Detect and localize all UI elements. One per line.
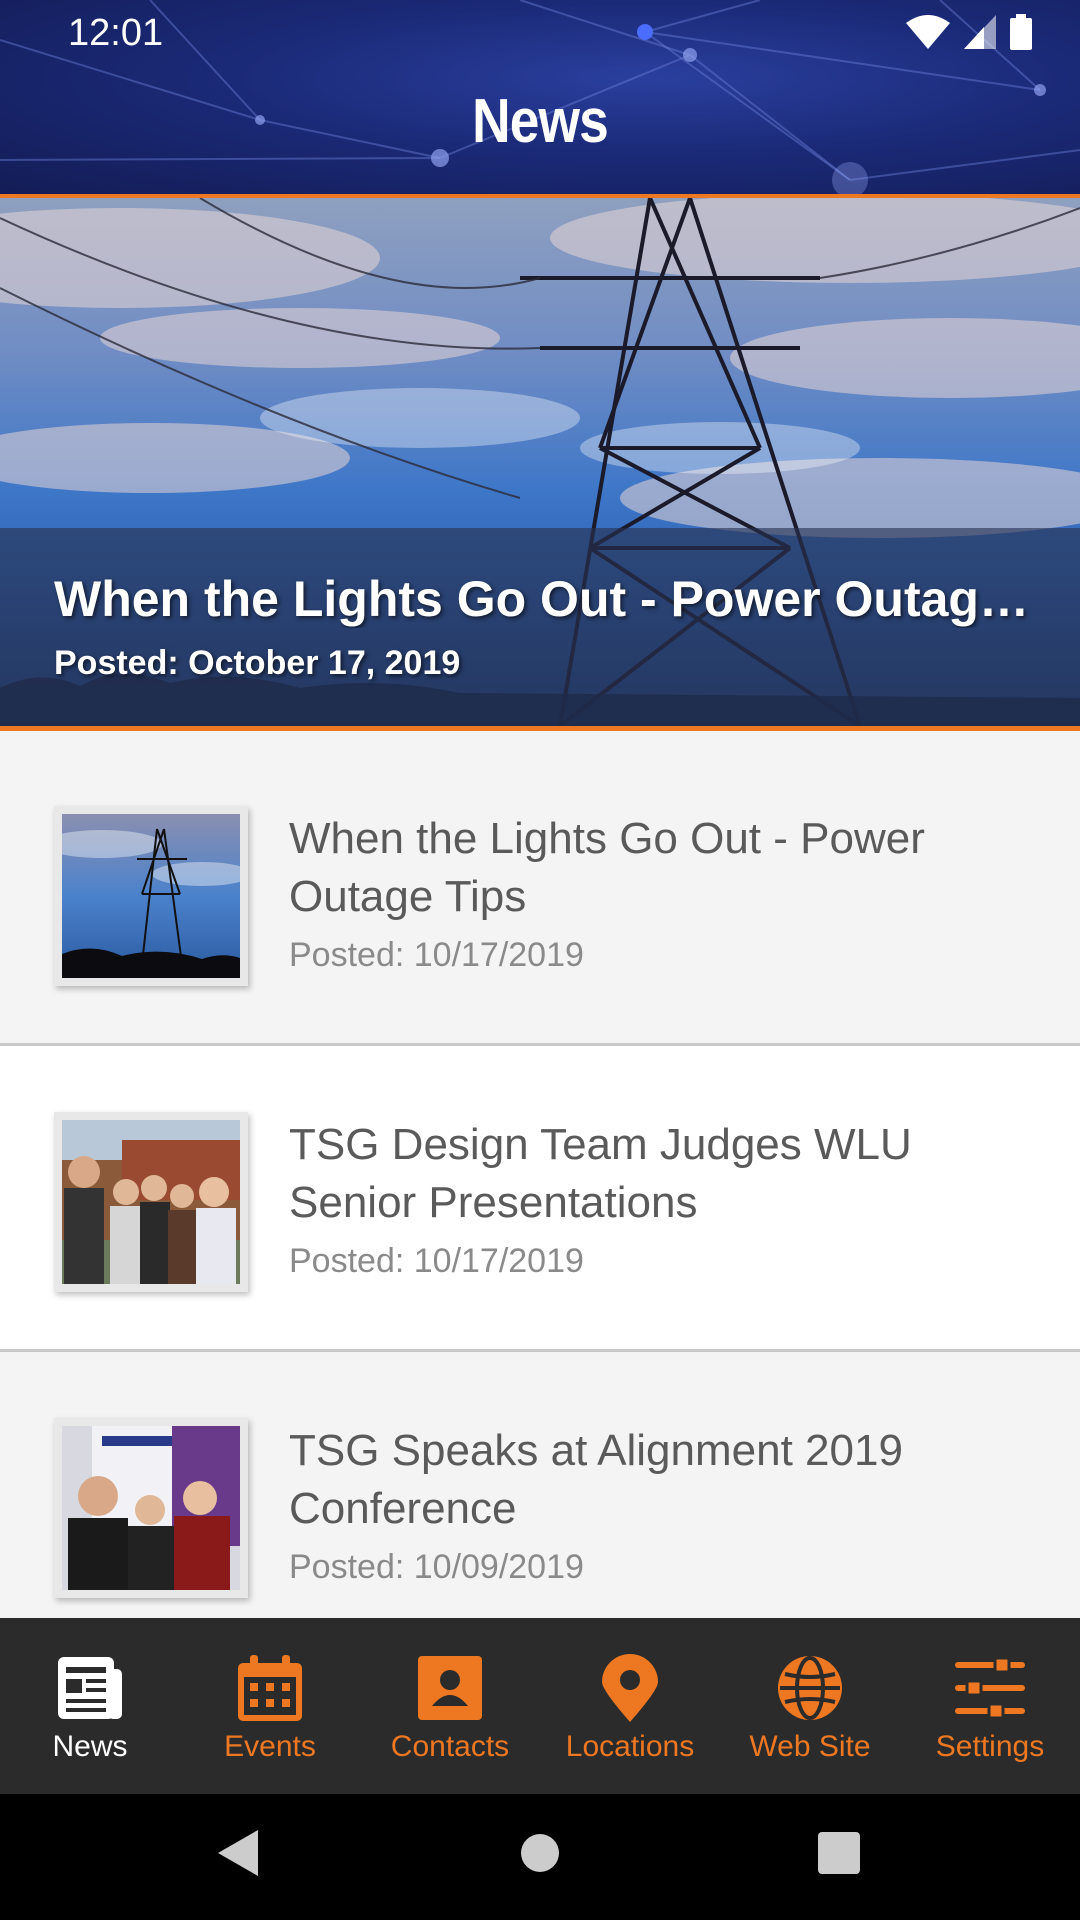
tab-news[interactable]: News (0, 1618, 180, 1794)
team-photo-thumbnail-image (62, 1120, 240, 1284)
contact-card-icon (414, 1654, 486, 1722)
news-list: When the Lights Go Out - Power Outage Ti… (0, 740, 1080, 1658)
tab-events[interactable]: Events (180, 1618, 360, 1794)
map-pin-icon (594, 1654, 666, 1722)
bottom-tab-bar: News Events Contacts Locations Web Site … (0, 1618, 1080, 1794)
app-header: 12:01 News (0, 0, 1080, 196)
news-thumbnail (54, 1418, 248, 1598)
tab-label: Settings (935, 1730, 1045, 1763)
power-tower-thumbnail-image (62, 814, 240, 978)
back-icon[interactable] (218, 1830, 258, 1876)
hero-divider (0, 726, 1080, 731)
sliders-icon (954, 1654, 1026, 1722)
tab-label: News (52, 1730, 128, 1763)
page-title: News (472, 87, 609, 156)
news-item-title: TSG Speaks at Alignment 2019 Conference (289, 1426, 903, 1533)
status-time: 12:01 (68, 12, 164, 54)
tab-locations[interactable]: Locations (540, 1618, 720, 1794)
news-item-date: Posted: 10/17/2019 (289, 1242, 584, 1280)
news-item-title: When the Lights Go Out - Power Outage Ti… (289, 814, 925, 921)
news-thumbnail (54, 1112, 248, 1292)
conference-photo-thumbnail-image (62, 1426, 240, 1590)
tab-contacts[interactable]: Contacts (360, 1618, 540, 1794)
newspaper-icon (54, 1654, 126, 1722)
signal-icon (964, 15, 996, 49)
news-list-item[interactable]: TSG Speaks at Alignment 2019 Conference … (0, 1352, 1080, 1658)
tab-label: Locations (565, 1730, 695, 1763)
home-icon[interactable] (520, 1830, 560, 1876)
battery-icon (1010, 14, 1032, 50)
recents-icon[interactable] (818, 1830, 860, 1876)
featured-article[interactable]: When the Lights Go Out - Power Outage Ti… (0, 198, 1080, 726)
news-item-date: Posted: 10/09/2019 (289, 1548, 584, 1586)
wifi-icon (906, 15, 950, 49)
news-list-item[interactable]: When the Lights Go Out - Power Outage Ti… (0, 740, 1080, 1046)
tab-label: Web Site (749, 1730, 871, 1763)
hero-posted-date: Posted: October 17, 2019 (54, 644, 461, 682)
tab-settings[interactable]: Settings (900, 1618, 1080, 1794)
globe-icon (774, 1654, 846, 1722)
news-thumbnail (54, 806, 248, 986)
tab-web-site[interactable]: Web Site (720, 1618, 900, 1794)
status-icons (906, 14, 1032, 50)
system-navigation-bar (0, 1794, 1080, 1920)
tab-label: Events (224, 1730, 316, 1763)
hero-title: When the Lights Go Out - Power Outage Ti… (54, 571, 1034, 627)
news-item-title: TSG Design Team Judges WLU Senior Presen… (289, 1120, 912, 1227)
news-item-date: Posted: 10/17/2019 (289, 936, 584, 974)
tab-label: Contacts (390, 1730, 510, 1763)
news-list-item[interactable]: TSG Design Team Judges WLU Senior Presen… (0, 1046, 1080, 1352)
calendar-icon (234, 1654, 306, 1722)
